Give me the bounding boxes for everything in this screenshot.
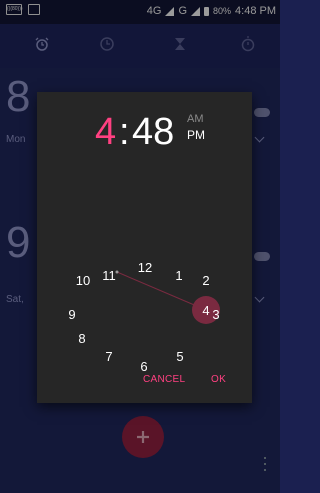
clock-number-6[interactable]: 6: [140, 359, 147, 372]
am-toggle[interactable]: AM: [187, 113, 204, 125]
clock-number-8[interactable]: 8: [78, 331, 85, 346]
clock-number-7[interactable]: 7: [105, 349, 112, 364]
pm-toggle[interactable]: PM: [187, 128, 205, 142]
clock-number-11[interactable]: 11: [102, 268, 116, 283]
clock-number-1[interactable]: 1: [175, 268, 182, 283]
clock-number-4[interactable]: 4: [202, 303, 209, 318]
time-header: 4 : 48 AM PM: [37, 92, 252, 172]
ok-button[interactable]: OK: [211, 374, 226, 385]
clock-number-2[interactable]: 2: [202, 273, 209, 288]
time-separator: :: [119, 111, 130, 153]
clock-number-5[interactable]: 5: [176, 349, 183, 364]
clock-number-12[interactable]: 12: [138, 260, 152, 275]
cancel-button[interactable]: CANCEL: [143, 374, 185, 385]
clock-number-9[interactable]: 9: [68, 307, 75, 322]
minute-display[interactable]: 48: [132, 111, 174, 154]
time-picker-dialog: 4 : 48 AM PM 12 1 2 3 4 5 6 7 8 9 10 11 …: [37, 92, 252, 403]
hour-display[interactable]: 4: [95, 111, 116, 154]
clock-hand: [116, 271, 207, 311]
clock-face[interactable]: 12 1 2 3 4 5 6 7 8 9 10 11: [37, 162, 252, 372]
clock-number-3[interactable]: 3: [212, 307, 219, 322]
clock-center-dot: [115, 270, 119, 274]
clock-number-10[interactable]: 10: [76, 273, 90, 288]
